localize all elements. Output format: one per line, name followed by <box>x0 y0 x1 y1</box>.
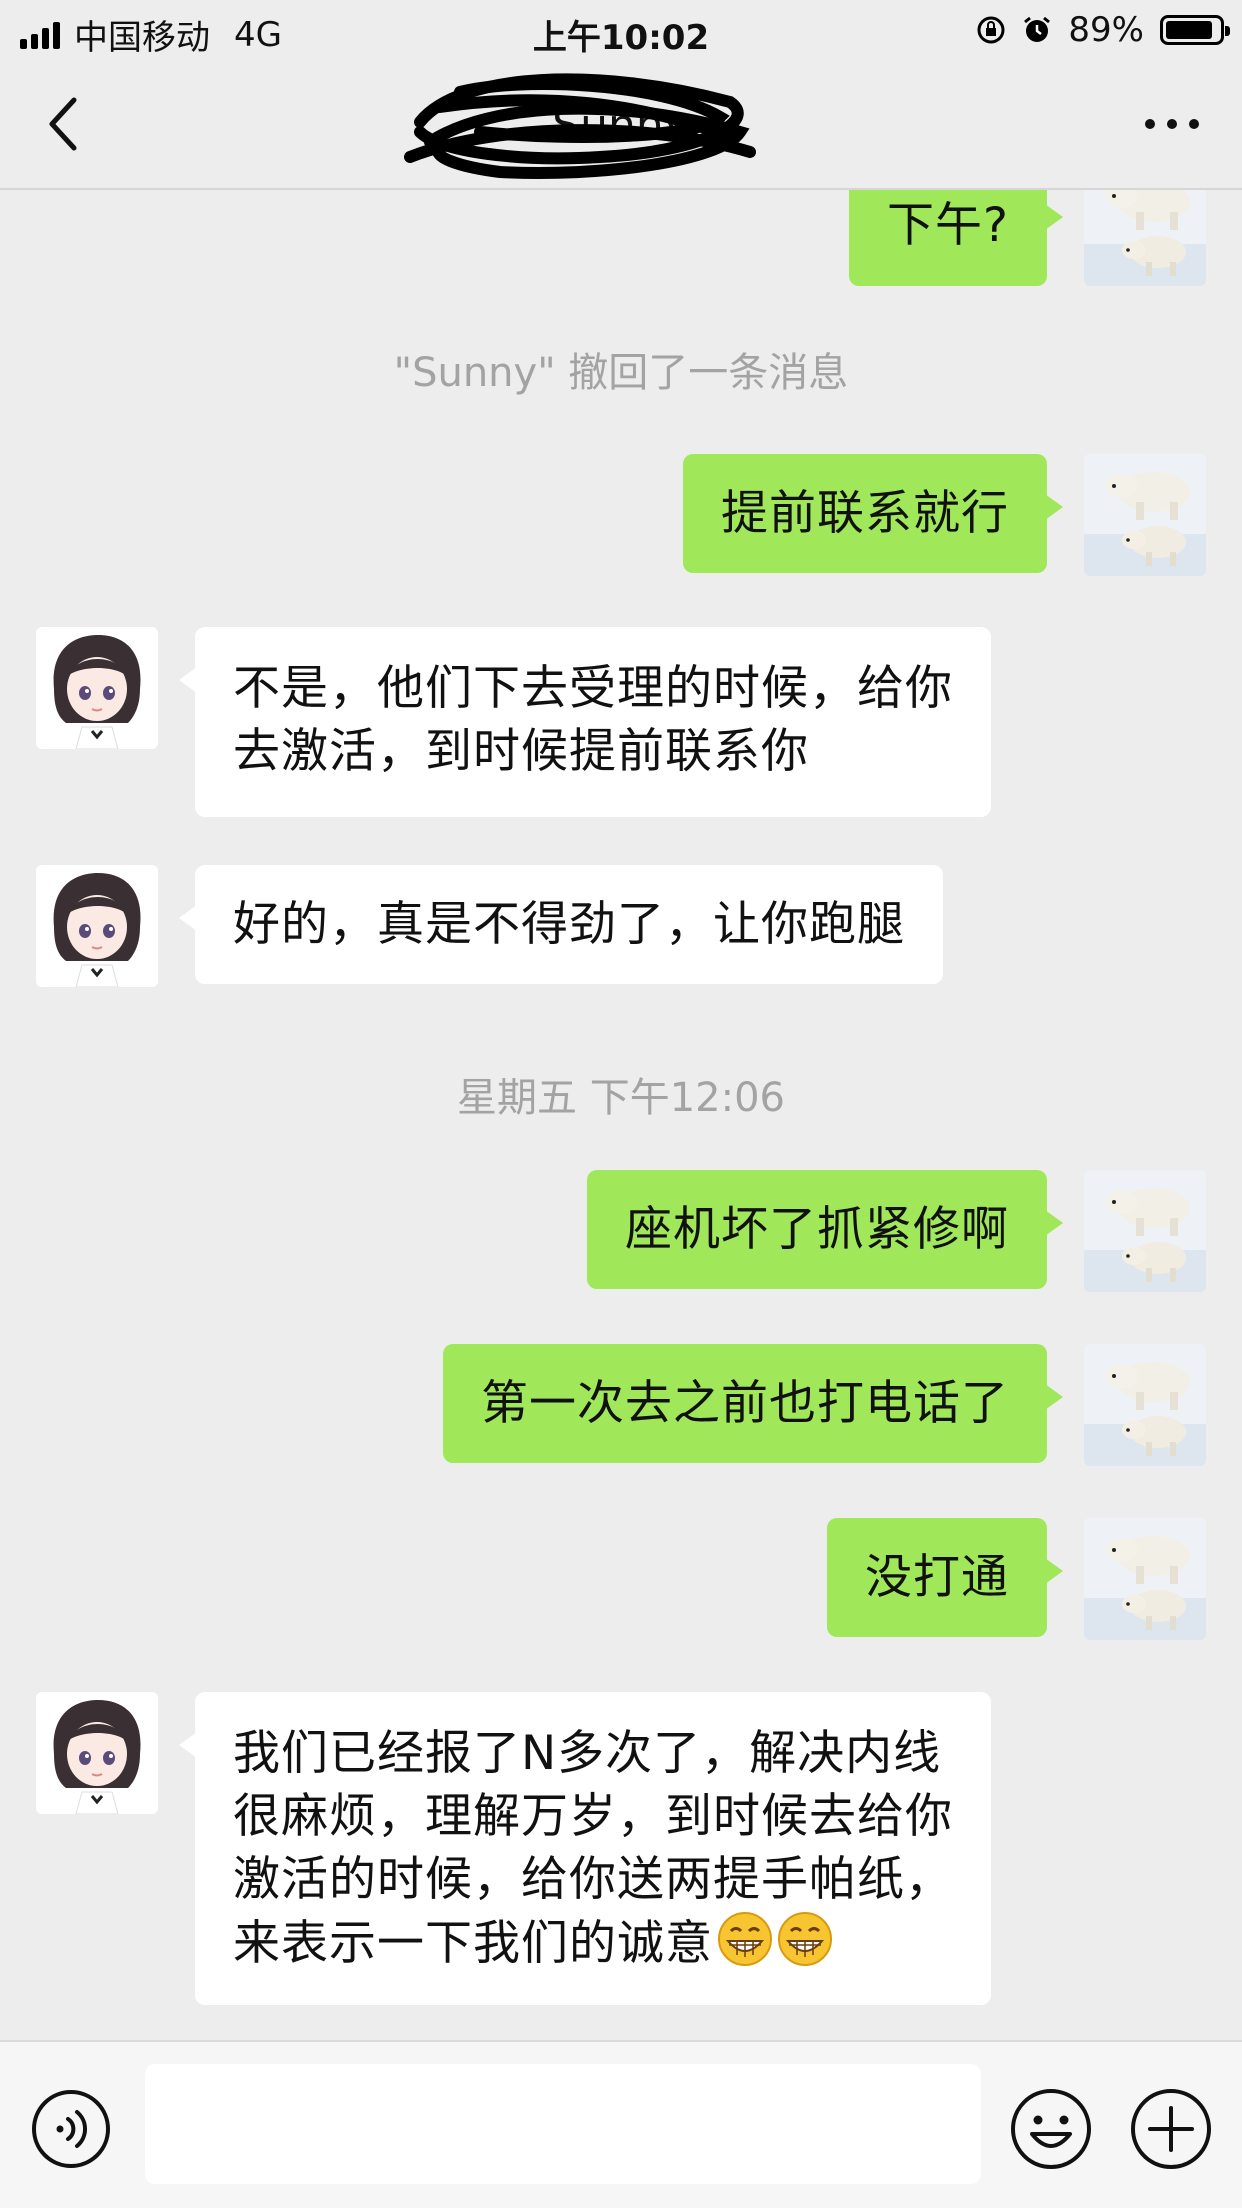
message-text: 第一次去之前也打电话了 <box>481 1376 1009 1431</box>
message-text: 来表示一下我们的诚意 <box>233 1916 713 1971</box>
chat-message-list[interactable]: 下午? "Sunny" 撤回了一条消息 提前联系就行 不是，他们下去受理的时候，… <box>0 190 1242 2040</box>
message-text: 激活的时候，给你送两提手帕纸， <box>233 1852 953 1907</box>
message-text: 下午? <box>887 198 1009 253</box>
message-bubble-sent[interactable]: 座机坏了抓紧修啊 <box>587 1170 1063 1289</box>
message-text: 我们已经报了N多次了，解决内线 <box>233 1726 942 1781</box>
rotation-lock-icon <box>977 16 1005 44</box>
message-text: 提前联系就行 <box>721 486 1009 541</box>
status-right: 89% <box>976 10 1230 50</box>
message-bubble-sent[interactable]: 下午? <box>849 190 1063 286</box>
grin-emoji-icon <box>717 1911 773 1967</box>
battery-icon <box>1160 15 1230 45</box>
message-text: 去激活，到时候提前联系你 <box>233 724 809 779</box>
contact-avatar[interactable] <box>36 627 158 749</box>
my-avatar[interactable] <box>1084 190 1206 286</box>
status-bar: 中国移动 4G 上午10:02 89% <box>0 0 1242 62</box>
message-text: 好的，真是不得劲了，让你跑腿 <box>233 897 905 952</box>
my-avatar[interactable] <box>1084 1518 1206 1640</box>
battery-percent: 89% <box>1068 10 1144 50</box>
message-bubble-sent[interactable]: 提前联系就行 <box>683 454 1063 573</box>
my-avatar[interactable] <box>1084 454 1206 576</box>
chat-header: Sunny <box>0 62 1242 190</box>
message-bubble-sent[interactable]: 没打通 <box>827 1518 1063 1637</box>
my-avatar[interactable] <box>1084 1170 1206 1292</box>
my-avatar[interactable] <box>1084 1344 1206 1466</box>
system-notice: "Sunny" 撤回了一条消息 <box>393 350 849 396</box>
emoji-button[interactable] <box>1008 2086 1094 2172</box>
message-bubble-received[interactable]: 不是，他们下去受理的时候，给你 去激活，到时候提前联系你 <box>179 627 991 817</box>
message-text: 座机坏了抓紧修啊 <box>625 1202 1009 1257</box>
voice-input-button[interactable] <box>30 2088 112 2170</box>
message-input[interactable] <box>145 2064 981 2184</box>
message-bubble-received[interactable]: 我们已经报了N多次了，解决内线 很麻烦，理解万岁，到时候去给你 激活的时候，给你… <box>179 1692 991 2005</box>
message-text: 没打通 <box>865 1550 1009 1605</box>
timestamp-divider: 星期五 下午12:06 <box>457 1075 785 1121</box>
message-last-line: 来表示一下我们的诚意 <box>233 1911 953 1975</box>
message-bubble-sent[interactable]: 第一次去之前也打电话了 <box>443 1344 1063 1463</box>
message-text: 很麻烦，理解万岁，到时候去给你 <box>233 1789 953 1844</box>
grin-emoji-icon <box>777 1911 833 1967</box>
contact-avatar[interactable] <box>36 865 158 987</box>
more-features-button[interactable] <box>1128 2086 1214 2172</box>
redaction-scribble <box>404 73 756 179</box>
message-text: 不是，他们下去受理的时候，给你 <box>233 661 953 716</box>
message-bubble-received[interactable]: 好的，真是不得劲了，让你跑腿 <box>179 865 943 984</box>
input-bar <box>0 2040 1242 2208</box>
alarm-icon <box>1024 16 1051 42</box>
more-options-button[interactable] <box>1142 114 1202 134</box>
contact-avatar[interactable] <box>36 1692 158 1814</box>
